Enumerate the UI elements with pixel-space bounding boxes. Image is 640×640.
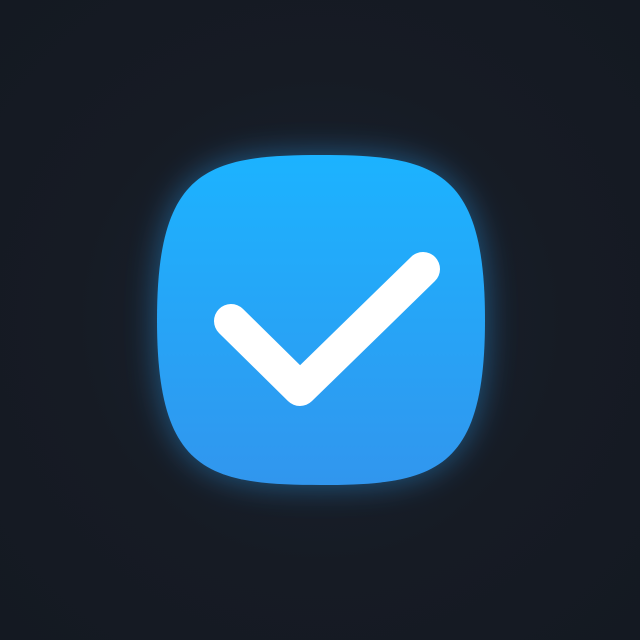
checkbox-app-icon[interactable]: [157, 155, 485, 485]
checkbox-tile-graphic: [157, 155, 485, 485]
checkbox-tile: [157, 155, 485, 485]
app-icon-canvas: [0, 0, 640, 640]
